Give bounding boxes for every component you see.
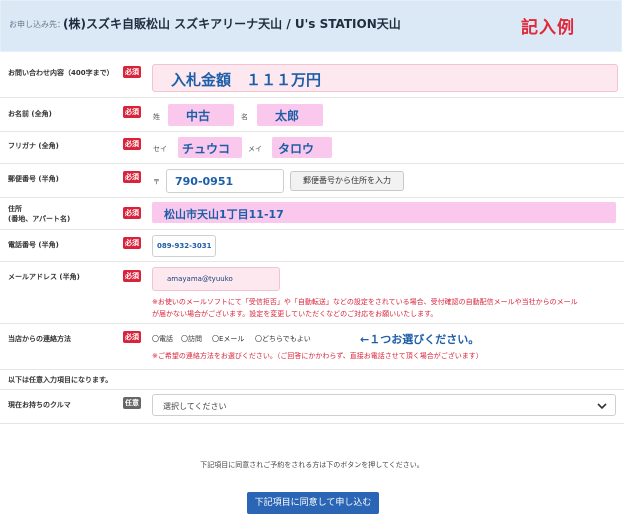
phone-value: 089-932-3031 (157, 242, 212, 250)
sei-kana-value: チュウコ (182, 142, 231, 156)
required-badge: 必須 (123, 270, 141, 282)
required-badge: 必須 (123, 66, 141, 78)
email-note: ※お使いのメールソフトにて「受信拒否」や「自動転送」などの設定をされている場合、… (152, 296, 622, 320)
footer-note: 下記項目に同意されご予約をされる方は下のボタンを押してください。 (200, 461, 424, 469)
mei-kana-label: メイ (248, 145, 262, 153)
postal-prefix: 〒 (153, 178, 160, 186)
postal-row: 郵便番号 (半角) 必須 〒 790-0951 郵便番号から住所を入力 (0, 164, 624, 198)
phone-field[interactable]: 089-932-3031 (152, 235, 216, 257)
sei-kana-label: セイ (153, 145, 167, 153)
car-label: 現在お持ちのクルマ (8, 401, 71, 409)
mei-kana-field[interactable]: タロウ (272, 137, 332, 158)
postal-field[interactable]: 790-0951 (166, 169, 284, 193)
email-row: メールアドレス (半角) 必須 amayama@tyuuko ※お使いのメールソ… (0, 262, 624, 324)
email-field[interactable]: amayama@tyuuko (152, 267, 280, 291)
contact-label: 当店からの連絡方法 (8, 335, 71, 343)
contact-hint: ←１つお選びください。 (360, 333, 480, 346)
phone-row: 電話番号 (半角) 必須 089-932-3031 (0, 230, 624, 262)
sei-value: 中古 (186, 109, 211, 123)
sei-kana-field[interactable]: チュウコ (178, 137, 242, 158)
sei-field[interactable]: 中古 (168, 104, 234, 126)
inquiry-value: 入札金額 １１１万円 (171, 71, 322, 89)
mei-kana-value: タロウ (278, 142, 315, 156)
required-badge: 必須 (123, 331, 141, 343)
optional-badge: 任意 (123, 397, 141, 409)
address-value: 松山市天山1丁目11-17 (164, 208, 284, 221)
submit-button[interactable]: 下記項目に同意して申し込む (247, 492, 379, 514)
address-label: 住所 (番地、アパート名) (8, 204, 70, 224)
optional-notice-row: 以下は任意入力項目になります。 (0, 370, 624, 390)
name-label: お名前 (全角) (8, 110, 52, 118)
inquiry-label: お問い合わせ内容（400字まで） (8, 69, 114, 77)
kana-row: フリガナ (全角) 必須 セイ チュウコ メイ タロウ (0, 132, 624, 164)
contact-note: ※ご希望の連絡方法をお選びください。（ご回答にかかわらず、直接お電話させて頂く場… (152, 352, 483, 360)
mei-label: 名 (241, 113, 248, 121)
required-badge: 必須 (123, 106, 141, 118)
name-row: お名前 (全角) 必須 姓 中古 名 太郎 (0, 100, 624, 132)
required-badge: 必須 (123, 207, 141, 219)
required-badge: 必須 (123, 138, 141, 150)
example-tag: 記入例 (521, 18, 575, 38)
email-note-line1: ※お使いのメールソフトにて「受信拒否」や「自動転送」などの設定をされている場合、… (152, 298, 578, 306)
kana-label: フリガナ (全角) (8, 142, 59, 150)
mei-value: 太郎 (275, 109, 300, 123)
car-placeholder: 選択してください (163, 402, 227, 411)
address-row: 住所 (番地、アパート名) 必須 松山市天山1丁目11-17 (0, 198, 624, 230)
sei-label: 姓 (153, 113, 160, 121)
contact-option-either[interactable]: 〇どちらでもよい (255, 334, 311, 344)
address-field[interactable]: 松山市天山1丁目11-17 (152, 202, 616, 223)
contact-row: 当店からの連絡方法 必須 〇電話 〇訪問 〇Eメール 〇どちらでもよい ←１つお… (0, 324, 624, 370)
mei-field[interactable]: 太郎 (257, 104, 323, 126)
phone-label: 電話番号 (半角) (8, 241, 59, 249)
contact-option-visit[interactable]: 〇訪問 (181, 334, 202, 344)
inquiry-field[interactable]: 入札金額 １１１万円 (152, 64, 618, 92)
email-note-line2: が届かない場合がございます。設定を変更していただくなどのご対応をお願いいたします… (152, 310, 438, 318)
car-row: 現在お持ちのクルマ 任意 選択してください (0, 390, 624, 424)
optional-notice: 以下は任意入力項目になります。 (8, 376, 113, 384)
email-value: amayama@tyuuko (167, 275, 233, 283)
chevron-down-icon (597, 398, 607, 417)
postal-value: 790-0951 (175, 175, 234, 188)
header-bar: お申し込み先： (株)スズキ自販松山 スズキアリーナ天山 / U's STATI… (0, 0, 622, 52)
inquiry-row: お問い合わせ内容（400字まで） 必須 入札金額 １１１万円 (0, 58, 624, 98)
contact-option-email[interactable]: 〇Eメール (212, 334, 244, 344)
car-select[interactable]: 選択してください (152, 394, 616, 416)
contact-option-phone[interactable]: 〇電話 (152, 334, 173, 344)
dealer-name: (株)スズキ自販松山 スズキアリーナ天山 / U's STATION天山 (63, 17, 401, 31)
address-label-line1: 住所 (8, 205, 22, 213)
email-label: メールアドレス (半角) (8, 273, 80, 281)
header-label: お申し込み先： (9, 20, 65, 29)
required-badge: 必須 (123, 237, 141, 249)
required-badge: 必須 (123, 171, 141, 183)
postal-lookup-button[interactable]: 郵便番号から住所を入力 (290, 171, 404, 191)
address-label-line2: (番地、アパート名) (8, 215, 71, 223)
postal-label: 郵便番号 (半角) (8, 175, 59, 183)
